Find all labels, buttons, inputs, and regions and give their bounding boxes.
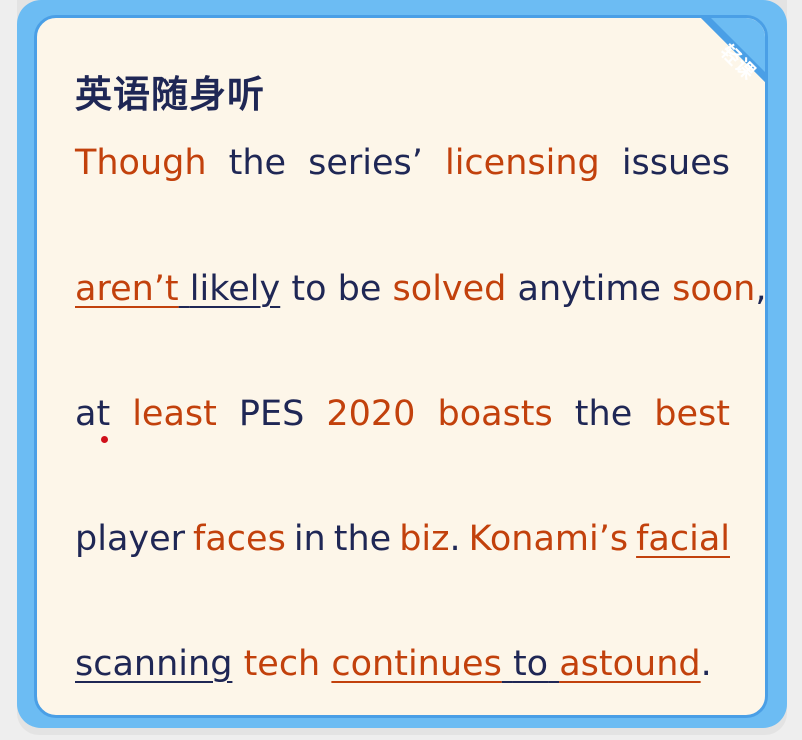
passage-line-1: Though the series’ licensing issues: [75, 143, 730, 183]
reading-position-marker: [101, 436, 108, 443]
word: anytime: [517, 269, 661, 309]
punctuation: ,: [755, 269, 767, 309]
word: the: [228, 143, 287, 183]
phrase-link[interactable]: scanning: [75, 644, 232, 684]
word: licensing: [444, 143, 600, 183]
punctuation: .: [449, 519, 461, 559]
phrase-link[interactable]: facial: [636, 519, 730, 559]
phrase-link[interactable]: astound: [559, 644, 700, 684]
listening-card: 英语随身听 轻课 Though the series’ licensing is…: [34, 15, 768, 718]
word: Konami’s: [468, 519, 629, 559]
word: tech: [243, 644, 321, 684]
word: the: [574, 394, 633, 434]
phrase-link[interactable]: to: [513, 644, 548, 684]
word: issues: [621, 143, 730, 183]
passage-line-2: aren’t likely to be solved anytime soon,: [75, 269, 765, 309]
word: soon: [672, 269, 756, 309]
passage-line-4: player faces in the biz. Konami’s facial: [75, 519, 730, 559]
word: boasts: [437, 394, 553, 434]
word: 2020: [326, 394, 416, 434]
phrase-link[interactable]: likely: [190, 269, 280, 309]
punctuation: .: [700, 644, 712, 684]
word: the: [333, 519, 392, 559]
word: solved: [392, 269, 507, 309]
word: faces: [193, 519, 286, 559]
word: series’: [308, 143, 423, 183]
word: PES: [238, 394, 305, 434]
word: Though: [75, 143, 207, 183]
passage-line-5: scanning tech continues to astound.: [75, 644, 730, 684]
word: to: [291, 269, 327, 309]
word: at: [75, 394, 111, 434]
phrase-link[interactable]: continues: [331, 644, 501, 684]
word: in: [293, 519, 326, 559]
passage-line-3: at least PES 2020 boasts the best: [75, 394, 730, 434]
word: least: [132, 394, 217, 434]
word: be: [337, 269, 382, 309]
phrase-link[interactable]: aren’t: [75, 269, 179, 309]
word: best: [654, 394, 730, 434]
page-title: 英语随身听: [75, 73, 265, 116]
word: biz: [399, 519, 450, 559]
word: player: [75, 519, 186, 559]
